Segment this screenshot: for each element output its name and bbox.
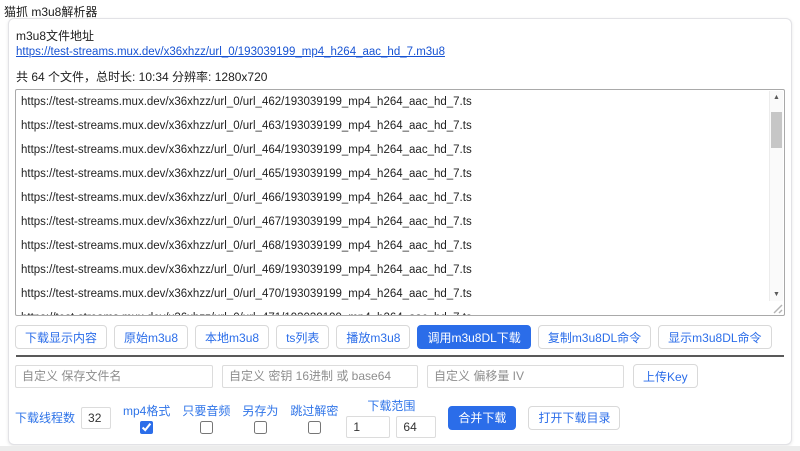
m3u8-address-label: m3u8文件地址 [16,29,95,43]
resize-grip-icon[interactable] [770,301,783,315]
page-bottom-strip [0,446,800,451]
mp4-format-label: mp4格式 [123,403,171,418]
ts-list-button[interactable]: ts列表 [276,325,330,350]
threads-count-input[interactable] [81,406,112,429]
section-divider [16,355,784,357]
show-m3u8dl-command-button[interactable]: 显示m3u8DL命令 [658,325,772,350]
play-m3u8-button[interactable]: 播放m3u8 [336,325,411,350]
save-as-label: 另存为 [242,403,279,418]
mp4-format-checkbox[interactable] [140,420,154,434]
invoke-m3u8dl-download-button[interactable]: 调用m3u8DL下载 [417,325,531,350]
custom-key-input[interactable] [222,364,418,388]
skip-decrypt-checkbox-group: 跳过解密 [290,402,338,434]
save-as-checkbox[interactable] [253,420,267,434]
local-m3u8-button[interactable]: 本地m3u8 [195,325,270,350]
action-button-row: 下载显示内容 原始m3u8 本地m3u8 ts列表 播放m3u8 调用m3u8D… [15,325,785,350]
save-as-checkbox-group: 另存为 [242,402,278,434]
threads-label: 下载线程数 [15,411,76,425]
open-download-folder-button[interactable]: 打开下载目录 [528,405,621,430]
download-range-label: 下载范围 [367,399,416,413]
audio-only-label: 只要音频 [182,403,231,418]
vertical-scrollbar[interactable]: ▲ ▼ [769,91,783,302]
original-m3u8-button[interactable]: 原始m3u8 [114,325,189,350]
upload-key-button[interactable]: 上传Key [633,364,698,388]
m3u8-url-link[interactable]: https://test-streams.mux.dev/x36xhzz/url… [16,46,445,58]
download-controls-row: 下载线程数 mp4格式 只要音频 另存为 跳过解密 下载范围 合并下载 打开下载… [15,397,785,438]
audio-only-checkbox[interactable] [199,420,213,434]
download-range-group: 下载范围 [346,397,437,438]
merge-download-button[interactable]: 合并下载 [448,405,517,430]
scroll-down-icon[interactable]: ▼ [770,288,783,301]
range-to-input[interactable] [396,416,437,438]
file-stats-text: 共 64 个文件，总时长: 10:34 分辨率: 1280x720 [16,70,268,84]
skip-decrypt-checkbox[interactable] [307,420,321,434]
scroll-up-icon[interactable]: ▲ [770,91,783,104]
range-from-input[interactable] [346,416,391,438]
mp4-format-checkbox-group: mp4格式 [123,402,170,434]
skip-decrypt-label: 跳过解密 [290,403,339,418]
parser-panel: m3u8文件地址 https://test-streams.mux.dev/x3… [8,18,792,445]
copy-m3u8dl-command-button[interactable]: 复制m3u8DL命令 [537,325,652,350]
save-filename-input[interactable] [15,364,213,388]
segment-list-textarea[interactable]: https://test-streams.mux.dev/x36xhzz/url… [15,89,785,317]
scrollbar-thumb[interactable] [771,112,782,148]
audio-only-checkbox-group: 只要音频 [182,402,230,434]
custom-inputs-row: 上传Key [15,364,785,388]
download-shown-content-button[interactable]: 下载显示内容 [15,325,108,350]
custom-iv-input[interactable] [427,364,624,388]
segment-list-content: https://test-streams.mux.dev/x36xhzz/url… [21,96,472,315]
